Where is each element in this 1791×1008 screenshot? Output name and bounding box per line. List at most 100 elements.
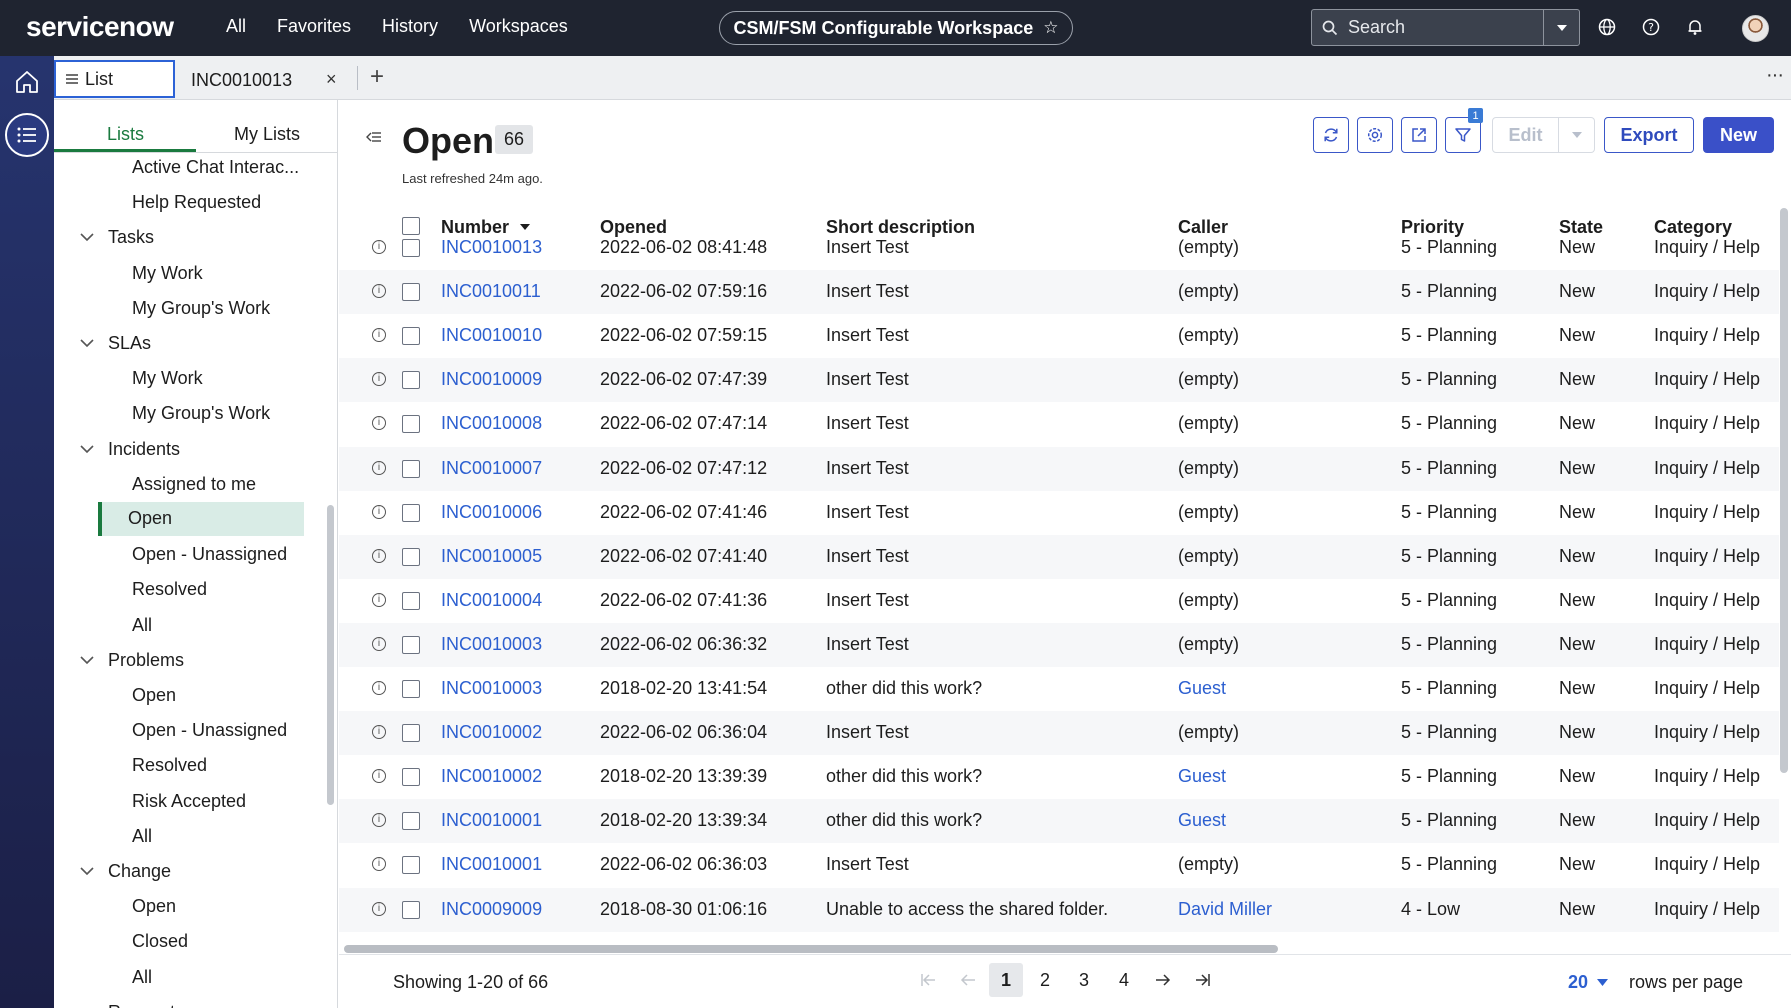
info-icon[interactable]: i <box>372 372 386 387</box>
nav-favorites[interactable]: Favorites <box>277 16 351 37</box>
info-icon[interactable]: i <box>372 548 386 563</box>
row-checkbox[interactable] <box>402 283 420 302</box>
info-icon[interactable]: i <box>372 284 386 299</box>
cell-number[interactable]: INC0010001 <box>441 854 542 875</box>
info-icon[interactable]: i <box>372 592 386 607</box>
table-row[interactable]: i INC0010002 2022-06-02 06:36:04 Insert Tes… <box>339 711 1779 756</box>
cell-number[interactable]: INC0009009 <box>441 899 542 920</box>
next-page-icon[interactable] <box>1146 963 1180 997</box>
navigator-item[interactable]: My Group's Work <box>132 298 270 319</box>
table-row[interactable]: i INC0010006 2022-06-02 07:41:46 Insert Tes… <box>339 491 1779 535</box>
navigator-item[interactable]: Closed <box>132 931 188 952</box>
settings-button[interactable] <box>1357 117 1393 153</box>
info-icon[interactable]: i <box>372 857 386 872</box>
info-icon[interactable]: i <box>372 681 386 695</box>
chevron-down-icon[interactable] <box>80 339 98 348</box>
row-checkbox[interactable] <box>402 415 420 434</box>
tab-list[interactable]: List <box>54 60 175 98</box>
table-row[interactable]: i INC0010013 2022-06-02 08:41:48 Insert Tes… <box>339 226 1779 270</box>
global-search[interactable]: Search <box>1311 9 1580 46</box>
table-row[interactable]: i INC0010003 2022-06-02 06:36:32 Insert Tes… <box>339 622 1779 667</box>
table-row[interactable]: i INC0010004 2022-06-02 07:41:36 Insert Tes… <box>339 579 1779 623</box>
info-icon[interactable]: i <box>372 240 386 254</box>
nav-all[interactable]: All <box>226 16 246 37</box>
rows-per-page-select[interactable]: 20 <box>1568 972 1609 993</box>
navigator-item[interactable]: Open - Unassigned <box>132 544 287 565</box>
page-4[interactable]: 4 <box>1107 963 1141 997</box>
row-checkbox[interactable] <box>402 547 420 566</box>
info-icon[interactable]: i <box>372 813 386 828</box>
table-row[interactable]: i INC0009009 2018-08-30 01:06:16 Unable to … <box>339 887 1779 932</box>
row-checkbox[interactable] <box>402 327 420 346</box>
cell-number[interactable]: INC0010004 <box>441 590 542 611</box>
info-icon[interactable]: i <box>372 725 386 740</box>
table-row[interactable]: i INC0010001 2018-02-20 13:39:34 other did … <box>339 799 1779 844</box>
cell-number[interactable]: INC0010002 <box>441 722 542 743</box>
navigator-item[interactable]: Open <box>98 502 304 536</box>
table-row[interactable]: i INC0010010 2022-06-02 07:59:15 Insert Tes… <box>339 314 1779 358</box>
cell-number[interactable]: INC0010005 <box>441 546 542 567</box>
info-icon[interactable]: i <box>372 328 386 343</box>
row-checkbox[interactable] <box>402 812 420 831</box>
navigator-item[interactable]: Risk Accepted <box>132 791 246 812</box>
navigator-scrollbar[interactable] <box>327 505 334 805</box>
chevron-down-icon[interactable] <box>80 656 98 665</box>
chevron-down-icon[interactable] <box>80 233 98 242</box>
cell-number[interactable]: INC0010009 <box>441 369 542 390</box>
navigator-group[interactable]: Change <box>80 861 171 882</box>
navigator-item[interactable]: All <box>132 826 152 847</box>
navigator-item[interactable]: All <box>132 967 152 988</box>
table-row[interactable]: i INC0010007 2022-06-02 07:47:12 Insert Tes… <box>339 446 1779 491</box>
cell-number[interactable]: INC0010003 <box>441 634 542 655</box>
table-row[interactable]: i INC0010008 2022-06-02 07:47:14 Insert Tes… <box>339 402 1779 446</box>
prev-page-icon[interactable] <box>951 963 985 997</box>
cell-caller[interactable]: Guest <box>1178 766 1226 787</box>
search-input[interactable]: Search <box>1348 17 1543 38</box>
cell-number[interactable]: INC0010002 <box>441 766 542 787</box>
info-icon[interactable]: i <box>372 769 386 784</box>
navigator-item[interactable]: Help Requested <box>132 192 261 213</box>
nav-history[interactable]: History <box>382 16 438 37</box>
collapse-navigator-icon[interactable] <box>366 130 382 148</box>
cell-number[interactable]: INC0010008 <box>441 413 542 434</box>
globe-icon[interactable] <box>1596 16 1618 38</box>
table-row[interactable]: i INC0010009 2022-06-02 07:47:39 Insert Tes… <box>339 358 1779 403</box>
chevron-down-icon[interactable] <box>80 445 98 454</box>
nav-workspaces[interactable]: Workspaces <box>469 16 568 37</box>
refresh-button[interactable] <box>1313 117 1349 153</box>
table-row[interactable]: i INC0010005 2022-06-02 07:41:40 Insert Tes… <box>339 534 1779 579</box>
navigator-group[interactable]: Tasks <box>80 227 154 248</box>
navigator-group[interactable]: SLAs <box>80 333 151 354</box>
row-checkbox[interactable] <box>402 900 420 919</box>
info-icon[interactable]: i <box>372 504 386 519</box>
close-icon[interactable]: × <box>326 69 337 90</box>
chevron-down-icon[interactable] <box>80 867 98 876</box>
search-scope-dropdown[interactable] <box>1543 10 1579 45</box>
row-checkbox[interactable] <box>402 680 420 698</box>
page-1[interactable]: 1 <box>989 963 1023 997</box>
cell-number[interactable]: INC0010007 <box>441 458 542 479</box>
cell-caller[interactable]: Guest <box>1178 810 1226 831</box>
table-row[interactable]: i INC0010001 2022-06-02 06:36:03 Insert Tes… <box>339 843 1779 887</box>
more-icon[interactable]: ··· <box>1766 64 1784 87</box>
open-new-window-button[interactable] <box>1401 117 1437 153</box>
navigator-item[interactable]: All <box>132 615 152 636</box>
horizontal-scrollbar[interactable] <box>344 945 1278 953</box>
row-checkbox[interactable] <box>402 591 420 610</box>
cell-number[interactable]: INC0010010 <box>441 325 542 346</box>
workspace-pill[interactable]: CSM/FSM Configurable Workspace ☆ <box>719 11 1073 45</box>
row-checkbox[interactable] <box>402 724 420 743</box>
info-icon[interactable]: i <box>372 636 386 651</box>
cell-caller[interactable]: Guest <box>1178 678 1226 699</box>
navigator-item[interactable]: Open <box>132 896 176 917</box>
navigator-group[interactable]: Problems <box>80 650 184 671</box>
table-row[interactable]: i INC0010011 2022-06-02 07:59:16 Insert Tes… <box>339 270 1779 315</box>
table-row[interactable]: i INC0010003 2018-02-20 13:41:54 other did … <box>339 667 1779 711</box>
cell-number[interactable]: INC0010006 <box>441 502 542 523</box>
navigator-item[interactable]: Resolved <box>132 755 207 776</box>
bell-icon[interactable] <box>1684 16 1706 38</box>
tab-my-lists[interactable]: My Lists <box>234 124 300 145</box>
row-checkbox[interactable] <box>402 635 420 654</box>
page-3[interactable]: 3 <box>1067 963 1101 997</box>
row-checkbox[interactable] <box>402 768 420 787</box>
